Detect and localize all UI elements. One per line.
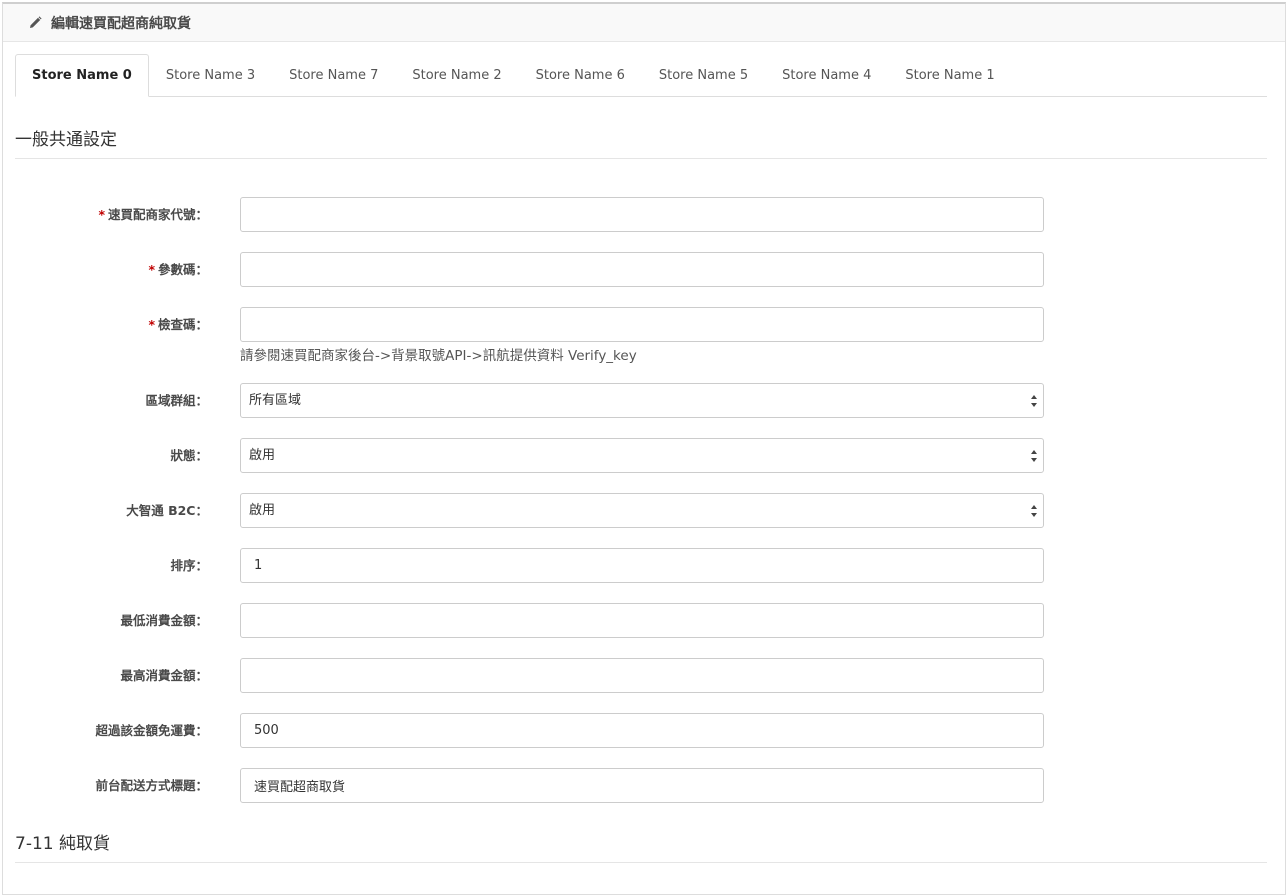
tab-store-name-2[interactable]: Store Name 2 <box>395 54 518 96</box>
status-select[interactable]: 啟用 <box>240 438 1044 473</box>
store-tabs: Store Name 0 Store Name 3 Store Name 7 S… <box>15 54 1267 97</box>
pencil-icon <box>27 15 43 31</box>
region-group-selected: 所有區域 <box>249 393 302 408</box>
required-mark: * <box>98 207 105 222</box>
b2c-selected: 啟用 <box>249 503 276 518</box>
tab-store-name-3[interactable]: Store Name 3 <box>149 54 272 96</box>
tab-store-name-6[interactable]: Store Name 6 <box>519 54 642 96</box>
min-amount-row: 最低消費金額： <box>0 603 1288 639</box>
status-row: 狀態： 啟用 <box>0 438 1288 474</box>
param-code-label-text: 參數碼： <box>157 262 208 277</box>
tab-store-name-4[interactable]: Store Name 4 <box>765 54 888 96</box>
param-code-input[interactable] <box>240 252 1044 287</box>
sort-order-row: 排序： <box>0 548 1288 584</box>
select-arrows-icon <box>1031 450 1037 462</box>
sort-order-input[interactable] <box>240 548 1044 583</box>
max-amount-row: 最高消費金額： <box>0 658 1288 694</box>
min-amount-input[interactable] <box>240 603 1044 638</box>
max-amount-label: 最高消費金額： <box>120 668 208 683</box>
merchant-id-label-text: 速買配商家代號： <box>107 207 208 222</box>
tab-store-name-0[interactable]: Store Name 0 <box>15 54 149 97</box>
tab-store-name-1[interactable]: Store Name 1 <box>888 54 1011 96</box>
required-mark: * <box>148 317 155 332</box>
param-code-row: * 參數碼： <box>0 252 1288 288</box>
check-code-input[interactable] <box>240 307 1044 342</box>
b2c-row: 大智通 B2C： 啟用 <box>0 493 1288 529</box>
merchant-id-input[interactable] <box>240 197 1044 232</box>
b2c-select[interactable]: 啟用 <box>240 493 1044 528</box>
region-group-select[interactable]: 所有區域 <box>240 383 1044 418</box>
tab-store-name-5[interactable]: Store Name 5 <box>642 54 765 96</box>
min-amount-label: 最低消費金額： <box>120 613 208 628</box>
max-amount-input[interactable] <box>240 658 1044 693</box>
param-code-label: * 參數碼： <box>148 252 208 288</box>
panel-heading: 編輯速買配超商純取貨 <box>3 4 1285 42</box>
check-code-row: * 檢查碼： <box>0 307 1288 343</box>
status-label: 狀態： <box>170 448 208 463</box>
region-group-label: 區域群組： <box>145 393 208 408</box>
free-shipping-row: 超過該金額免運費： <box>0 713 1288 749</box>
check-code-label: * 檢查碼： <box>148 307 208 343</box>
b2c-label: 大智通 B2C： <box>126 503 208 518</box>
section-title-seven-eleven: 7-11 純取貨 <box>15 829 1267 863</box>
frontend-title-label: 前台配送方式標題： <box>95 778 208 793</box>
tab-store-name-7[interactable]: Store Name 7 <box>272 54 395 96</box>
status-selected: 啟用 <box>249 448 276 463</box>
check-code-help-text: 請參閱速買配商家後台->背景取號API->訊航提供資料 Verify_key <box>240 348 637 364</box>
section-title-general: 一般共通設定 <box>15 125 1267 159</box>
sort-order-label: 排序： <box>170 558 208 573</box>
select-arrows-icon <box>1031 395 1037 407</box>
check-code-label-text: 檢查碼： <box>157 317 208 332</box>
select-arrows-icon <box>1031 505 1037 517</box>
page-title: 編輯速買配超商純取貨 <box>51 15 191 32</box>
merchant-id-row: * 速買配商家代號： <box>0 197 1288 233</box>
free-shipping-input[interactable] <box>240 713 1044 748</box>
merchant-id-label: * 速買配商家代號： <box>98 197 208 233</box>
required-mark: * <box>148 262 155 277</box>
frontend-title-row: 前台配送方式標題： <box>0 768 1288 804</box>
frontend-title-input[interactable] <box>240 768 1044 803</box>
region-group-row: 區域群組： 所有區域 <box>0 383 1288 419</box>
free-shipping-label: 超過該金額免運費： <box>95 723 208 738</box>
